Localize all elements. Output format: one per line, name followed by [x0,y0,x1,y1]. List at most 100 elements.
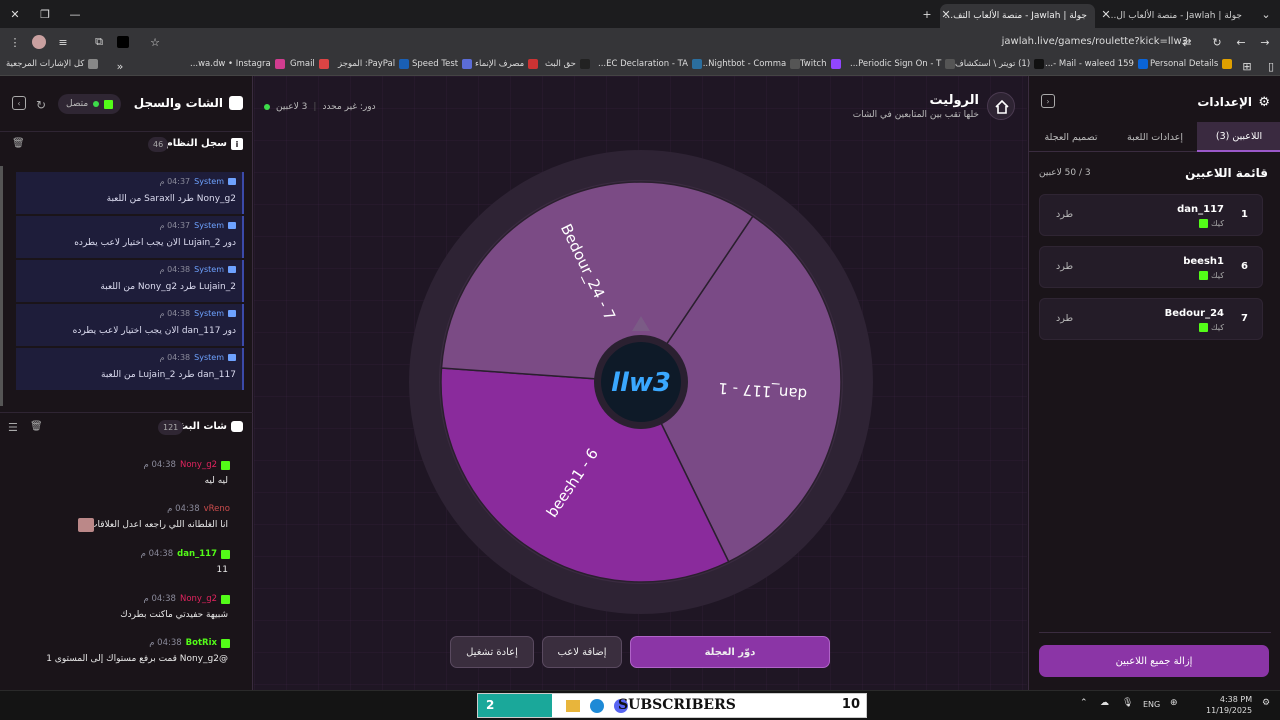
sidebar-toggle-icon[interactable]: ▯ [1262,56,1280,76]
chat-username[interactable]: Nony_g2 [180,594,217,604]
bookmark-item[interactable]: حق البث [545,59,590,69]
chat-username[interactable]: vReno [204,504,230,514]
bookmark-star-icon[interactable]: ☆ [140,28,170,56]
chat-username[interactable]: Nony_g2 [180,460,217,470]
chat-bubble-icon [229,96,243,110]
collapse-panel-icon[interactable]: › [1041,94,1055,108]
notifications-icon[interactable]: ⚙ [1262,698,1270,708]
chat-time: 04:38 م [143,460,176,470]
bookmark-item[interactable]: Gmail [290,59,329,69]
chat-username[interactable]: dan_117 [177,549,217,559]
log-scrollbar[interactable] [0,166,3,406]
stream-chat-count: 121 [158,420,184,435]
bookmark-favicon-icon [1034,59,1045,69]
system-log-entry: System 04:37 م Nony_g2 طرد Saraxll من الل… [16,172,244,214]
log-author: System [194,177,224,186]
close-tab-icon[interactable]: ✕ [936,0,956,28]
platform-label: كيك [1211,323,1224,332]
settings-panel: ⚙ الإعدادات › اللاعبين (3) إعدادات اللعب… [1028,76,1280,690]
close-window-icon[interactable]: ✕ [0,0,30,28]
forward-icon[interactable]: → [1250,28,1280,56]
remove-all-players-button[interactable]: إزالة جميع اللاعبين [1039,645,1269,677]
bookmark-label: كل الإشارات المرجعية [6,59,85,69]
bookmark-item[interactable]: PayPal: الموجز [338,59,410,69]
tab-wheel-design[interactable]: تصميم العجلة [1029,122,1113,152]
refresh-icon[interactable]: ↻ [36,98,46,112]
tab-search-icon[interactable]: ⌄ [1252,0,1280,28]
stream-chat-header: شات البث 121 🗑 ☰ [0,412,253,442]
onedrive-icon[interactable]: ☁ [1100,698,1109,708]
game-subtitle: خلها تقب بين المتابعين في الشات [852,110,979,120]
bookmark-item[interactable]: مصرف الإنماء [475,59,539,69]
url-field[interactable]: jawlah.live/games/roulette?kick=llw3 [1002,36,1188,47]
bookmark-item[interactable]: Speed Test [412,59,473,69]
more-bookmarks-icon[interactable]: » [110,56,130,76]
extension-icon[interactable] [108,28,138,56]
player-card: 6 beesh1 كيك طرد [1039,246,1263,288]
collapse-panel-icon[interactable]: ‹ [12,96,26,110]
chat-bubble-icon [231,421,243,432]
language-indicator[interactable]: ENG [1143,700,1160,709]
site-settings-icon[interactable]: ⇄ [1172,28,1202,56]
bookmark-label: Speed Test [412,59,459,69]
chat-text: ليه ليه [204,476,228,486]
restore-window-icon[interactable]: ❐ [30,0,60,28]
minimize-window-icon[interactable]: — [60,0,90,28]
roulette-wheel[interactable]: dan_117 - 1beesh1 - 6Bedour_24 - 7 llw3 [408,149,874,615]
log-author: System [194,309,224,318]
edge-icon[interactable] [590,698,604,713]
add-player-button[interactable]: إضافة لاعب [542,636,622,668]
bookmark-item[interactable]: EC Declaration - TA... [598,59,702,69]
media-icon[interactable]: ≡ [48,28,78,56]
bookmark-item[interactable]: Periodic Sign On - T... [850,59,956,69]
bookmark-label: Twitch [800,59,827,69]
mic-icon[interactable]: 🎙 [1122,698,1133,708]
kick-player-button[interactable]: طرد [1056,261,1073,272]
network-icon[interactable]: ⊕ [1170,698,1178,708]
online-dot [264,104,270,110]
bookmark-item[interactable]: كل الإشارات المرجعية [6,59,99,69]
chat-message: dan_117 04:38 م 11 [0,547,244,591]
settings-title: الإعدادات [1197,95,1252,109]
apps-grid-icon[interactable]: ⊞ [1238,56,1256,76]
tab-game-settings[interactable]: إعدادات اللعبة [1113,122,1197,152]
bookmark-item[interactable]: Personal Details [1150,59,1233,69]
clock[interactable]: 4:38 PM 11/19/2025 [1206,694,1252,716]
kick-icon [221,594,230,604]
divider [1039,632,1271,633]
home-button[interactable] [987,92,1015,120]
kick-player-button[interactable]: طرد [1056,209,1073,220]
bookmark-favicon-icon [399,59,410,69]
bookmark-item[interactable]: Twitch [800,59,841,69]
tray-overflow-icon[interactable]: ⌃ [1080,698,1088,708]
bookmark-item[interactable]: wa.dw • Instagra... [190,59,285,69]
close-tab-icon[interactable]: ✕ [1096,0,1116,28]
filter-list-icon[interactable]: ☰ [8,421,18,434]
chat-username[interactable]: BotRix [186,638,217,648]
bookmark-label: Periodic Sign On - T... [850,59,942,69]
folder-icon[interactable] [566,699,580,712]
spin-wheel-button[interactable]: دوّر العجلة [630,636,830,668]
players-online: 3 لاعبين [276,102,308,112]
log-time: 04:37 م [159,221,191,230]
bookmark-item[interactable]: (1) تويتر \ استكشاف [955,59,1045,69]
overlay-right-number: 10 [841,697,860,712]
player-card: 1 dan_117 كيك طرد [1039,194,1263,236]
tab-players[interactable]: اللاعبين (3) [1197,122,1280,152]
bookmark-label: Nightbot - Comma... [700,59,787,69]
trash-icon[interactable]: 🗑 [30,421,43,432]
clock-date: 11/19/2025 [1206,706,1253,715]
kick-icon [221,460,230,470]
bookmark-item[interactable]: Nightbot - Comma... [700,59,801,69]
restart-button[interactable]: إعادة تشغيل [450,636,534,668]
browser-tab-active[interactable]: جولة | Jawlah - منصة الألعاب التف... [940,4,1095,28]
turn-label: دور: غير محدد [322,102,376,112]
home-icon [995,99,1009,114]
tab-label: جولة | Jawlah - منصة الألعاب ال... [1107,11,1242,21]
bookmark-item[interactable]: Mail - waleed 159 -... [1045,59,1148,69]
trash-icon[interactable]: 🗑 [12,138,25,149]
chat-panel-title: الشات والسجل [133,96,223,110]
kick-player-button[interactable]: طرد [1056,313,1073,324]
browser-tab[interactable]: جولة | Jawlah - منصة الألعاب ال... [1100,4,1250,28]
system-log-header: i سجل النظام 46 🗑 [0,132,253,158]
